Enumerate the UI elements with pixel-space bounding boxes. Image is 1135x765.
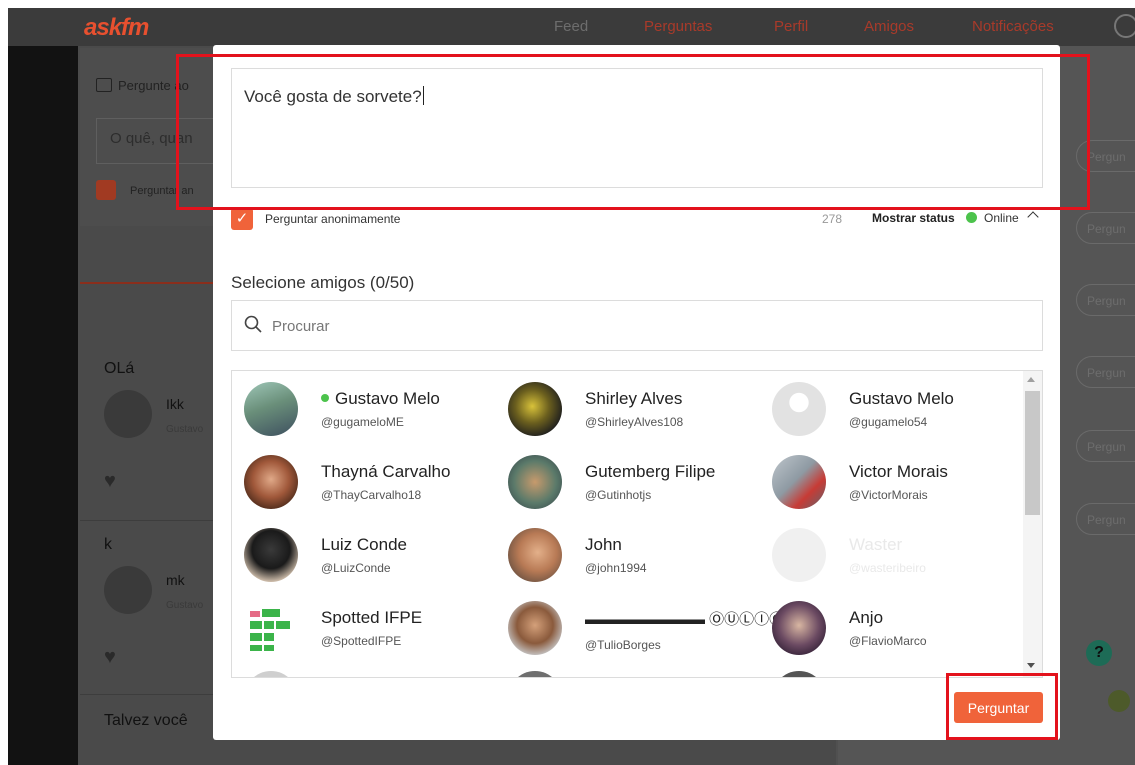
nav-notificacoes[interactable]: Notificações	[972, 18, 1054, 35]
friend-handle: @gugamelo54	[849, 415, 928, 429]
friend-handle: @ThayCarvalho18	[321, 488, 422, 502]
friend-item-disabled: Waster @wasteribeiro	[760, 519, 1022, 587]
friend-item[interactable]: Shirley Alves @ShirleyAlves108	[496, 373, 758, 441]
scrollbar-thumb[interactable]	[1025, 391, 1040, 515]
divider	[80, 694, 215, 695]
tab-underline	[80, 282, 215, 284]
online-status-icon	[966, 212, 977, 223]
friend-item[interactable]: Anjo @FlavioMarco	[760, 592, 1022, 660]
char-counter: 278	[822, 212, 843, 226]
friend-item[interactable]: Gutemberg Filipe @Gutinhotjs	[496, 446, 758, 514]
friend-name: Waster	[849, 535, 903, 554]
question-icon	[96, 78, 112, 92]
friends-list: Gustavo Melo @gugameloME Shirley Alves @…	[231, 370, 1043, 678]
post-user: Ikk	[166, 396, 184, 412]
avatar	[772, 671, 826, 677]
nav-perguntas[interactable]: Perguntas	[644, 18, 712, 35]
gear-icon[interactable]	[1114, 14, 1135, 38]
friend-handle: @SpottedIFPE	[321, 634, 402, 648]
avatar	[244, 528, 298, 582]
nav-amigos[interactable]: Amigos	[864, 18, 914, 35]
highlight-question-box	[176, 54, 1090, 210]
avatar	[244, 382, 298, 436]
friend-handle: @VictorMorais	[849, 488, 928, 502]
avatar	[508, 671, 562, 677]
friend-search-input[interactable]	[270, 309, 1014, 343]
highlight-submit-button	[946, 673, 1058, 740]
ask-anon-checkbox[interactable]	[96, 180, 116, 200]
post-sub: Gustavo	[166, 600, 204, 611]
left-margin	[8, 46, 78, 765]
friend-name: Spotted IFPE	[321, 608, 423, 627]
avatar	[772, 455, 826, 509]
anonymous-checkbox[interactable]: ✓	[231, 208, 253, 230]
friend-name: Luiz Conde	[321, 535, 408, 554]
nav-feed[interactable]: Feed	[554, 18, 588, 35]
avatar	[104, 566, 152, 614]
search-icon	[244, 315, 262, 333]
right-ask-button[interactable]: Pergun	[1076, 356, 1135, 388]
avatar	[104, 390, 152, 438]
avatar	[772, 601, 826, 655]
friend-item[interactable]: John @john1994	[496, 519, 758, 587]
scroll-up-arrow[interactable]	[1027, 377, 1035, 382]
friend-name: Gutemberg Filipe	[585, 462, 716, 481]
help-icon[interactable]: ?	[1086, 640, 1112, 666]
avatar	[244, 455, 298, 509]
scroll-down-arrow[interactable]	[1027, 663, 1035, 668]
avatar	[508, 382, 562, 436]
friend-name: Thayná Carvalho	[321, 462, 451, 481]
select-friends-title: Selecione amigos (0/50)	[231, 273, 415, 292]
avatar	[244, 671, 298, 677]
friend-item[interactable]: Spotted IFPE @SpottedIFPE	[232, 592, 494, 660]
spotted-logo	[250, 609, 290, 651]
friend-name: Gustavo Melo	[849, 389, 954, 408]
friend-item[interactable]: Gustavo Melo @gugamelo54	[760, 373, 1022, 441]
avatar	[508, 601, 562, 655]
friend-item[interactable]: Luiz Conde @LuizConde	[232, 519, 494, 587]
right-ask-button[interactable]: Pergun	[1076, 212, 1135, 244]
show-status-label[interactable]: Mostrar status	[872, 211, 955, 225]
top-navbar: askfm Feed Perguntas Perfil Amigos Notif…	[8, 8, 1135, 46]
friend-handle: @Gutinhotjs	[585, 488, 652, 502]
friend-name: Victor Morais	[849, 462, 948, 481]
avatar	[508, 455, 562, 509]
friend-item[interactable]: ▬▬▬▬▬▬▬▬ ⓄⓊⓁⒾⓄ ... @TulioBorges	[496, 592, 801, 660]
right-ask-button[interactable]: Pergun	[1076, 430, 1135, 462]
online-status-icon	[321, 394, 329, 402]
suggestions-title: Talvez você	[104, 712, 188, 729]
friend-name: John	[585, 535, 622, 554]
post-title: OLá	[104, 360, 135, 377]
friend-handle: @john1994	[585, 561, 647, 575]
askfm-logo[interactable]: askfm	[84, 14, 149, 42]
friend-handle: @gugameloME	[321, 415, 404, 429]
ask-label: Pergunte ao	[96, 78, 189, 93]
friend-item[interactable]: Thayná Carvalho @ThayCarvalho18	[232, 446, 494, 514]
friend-handle: @LuizConde	[321, 561, 391, 575]
right-ask-button[interactable]: Pergun	[1076, 284, 1135, 316]
post-title: k	[104, 536, 112, 553]
friend-handle: @ShirleyAlves108	[585, 415, 684, 429]
friend-name: Gustavo Melo	[321, 389, 440, 409]
friend-item[interactable]: Gustavo Melo @gugameloME	[232, 373, 494, 441]
post-sub: Gustavo	[166, 424, 204, 435]
nav-perfil[interactable]: Perfil	[774, 18, 808, 35]
avatar	[508, 528, 562, 582]
friend-handle: @FlavioMarco	[849, 634, 927, 648]
anonymous-label: Perguntar anonimamente	[265, 212, 401, 226]
friend-handle: @wasteribeiro	[849, 561, 926, 575]
status-badge	[1108, 690, 1130, 712]
online-label[interactable]: Online	[984, 211, 1019, 225]
friend-name: Shirley Alves	[585, 389, 683, 408]
right-ask-button[interactable]: Pergun	[1076, 503, 1135, 535]
heart-icon[interactable]: ♥	[104, 646, 116, 669]
avatar	[772, 528, 826, 582]
friend-name: Anjo	[849, 608, 884, 627]
avatar	[772, 382, 826, 436]
divider	[80, 520, 215, 521]
friend-handle: @TulioBorges	[585, 638, 661, 652]
post-user: mk	[166, 572, 185, 588]
friend-item[interactable]: Victor Morais @VictorMorais	[760, 446, 1022, 514]
heart-icon[interactable]: ♥	[104, 470, 116, 493]
